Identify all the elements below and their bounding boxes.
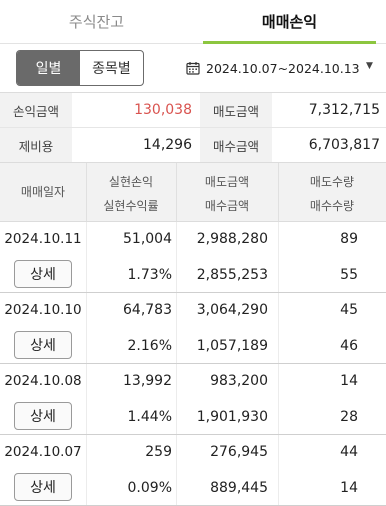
row-sell-amount: 2,988,280 xyxy=(196,231,268,247)
row-sell-qty: 89 xyxy=(340,231,358,247)
buy-amount-value: 6,703,817 xyxy=(308,137,380,153)
row-sell-qty: 44 xyxy=(340,444,358,460)
fee-value: 14,296 xyxy=(143,137,192,153)
fee-label: 제비용 xyxy=(0,128,72,162)
row-buy-qty: 28 xyxy=(340,409,358,425)
table-row: 2024.10.10 상세 64,783 2.16% 3,064,290 1,0… xyxy=(0,293,386,364)
row-sell-amount: 983,200 xyxy=(210,373,268,389)
caret-down-icon[interactable]: ▼ xyxy=(366,61,373,71)
row-realized-rate: 1.44% xyxy=(127,409,172,425)
table-row: 2024.10.07 상세 259 0.09% 276,945 889,445 … xyxy=(0,435,386,506)
detail-button[interactable]: 상세 xyxy=(14,473,72,501)
row-realized-pl: 259 xyxy=(145,444,172,460)
header-sell-qty: 매도수량 xyxy=(309,175,355,189)
row-sell-amount: 3,064,290 xyxy=(196,302,268,318)
detail-button[interactable]: 상세 xyxy=(14,331,72,359)
view-segment-control: 일별 종목별 xyxy=(16,50,144,86)
header-buy-qty: 매수수량 xyxy=(309,199,355,213)
header-sell-amount: 매도금액 xyxy=(204,175,250,189)
row-sell-qty: 45 xyxy=(340,302,358,318)
detail-button[interactable]: 상세 xyxy=(14,402,72,430)
header-buy-amount: 매수금액 xyxy=(204,199,250,213)
row-buy-amount: 1,901,930 xyxy=(196,409,268,425)
row-realized-pl: 64,783 xyxy=(123,302,172,318)
date-range-text: 2024.10.07~2024.10.13 xyxy=(206,60,360,76)
row-date: 2024.10.07 xyxy=(4,444,82,460)
sell-amount-label: 매도금액 xyxy=(200,93,272,127)
detail-button[interactable]: 상세 xyxy=(14,260,72,288)
header-realized-pl: 실현손익 xyxy=(108,175,154,189)
profit-label: 손익금액 xyxy=(0,93,72,127)
row-realized-rate: 0.09% xyxy=(127,480,172,496)
row-buy-amount: 1,057,189 xyxy=(196,338,268,354)
row-date: 2024.10.11 xyxy=(4,231,82,247)
calendar-icon xyxy=(186,62,200,75)
row-realized-pl: 13,992 xyxy=(123,373,172,389)
table-header: 매매일자 실현손익 실현수익률 매도금액 매수금액 매도수량 매수수량 xyxy=(0,162,386,222)
row-realized-rate: 2.16% xyxy=(127,338,172,354)
buy-amount-label: 매수금액 xyxy=(200,128,272,162)
header-date: 매매일자 xyxy=(0,163,86,221)
filter-row: 일별 종목별 2024.10.07~2024.10.13 ▼ xyxy=(0,44,386,92)
header-realized: 실현손익 실현수익률 xyxy=(86,163,176,221)
row-date: 2024.10.10 xyxy=(4,302,82,318)
date-range-selector[interactable]: 2024.10.07~2024.10.13 xyxy=(186,58,360,78)
segment-daily-button[interactable]: 일별 xyxy=(17,51,80,85)
header-realized-rate: 실현수익률 xyxy=(103,199,159,213)
tab-stock-balance[interactable]: 주식잔고 xyxy=(0,0,193,43)
profit-value: 130,038 xyxy=(134,102,192,118)
row-buy-qty: 55 xyxy=(340,267,358,283)
row-realized-rate: 1.73% xyxy=(127,267,172,283)
top-tab-bar: 주식잔고 매매손익 xyxy=(0,0,386,44)
row-sell-qty: 14 xyxy=(340,373,358,389)
row-sell-amount: 276,945 xyxy=(210,444,268,460)
row-date: 2024.10.08 xyxy=(4,373,82,389)
tab-trading-pl[interactable]: 매매손익 xyxy=(193,0,386,44)
row-buy-qty: 14 xyxy=(340,480,358,496)
header-qty: 매도수량 매수수량 xyxy=(278,163,386,221)
row-realized-pl: 51,004 xyxy=(123,231,172,247)
summary-panel: 손익금액 130,038 매도금액 7,312,715 제비용 14,296 매… xyxy=(0,92,386,163)
summary-row: 제비용 14,296 매수금액 6,703,817 xyxy=(0,128,386,163)
row-buy-amount: 2,855,253 xyxy=(196,267,268,283)
table-row: 2024.10.08 상세 13,992 1.44% 983,200 1,901… xyxy=(0,364,386,435)
sell-amount-value: 7,312,715 xyxy=(308,102,380,118)
row-buy-qty: 46 xyxy=(340,338,358,354)
summary-row: 손익금액 130,038 매도금액 7,312,715 xyxy=(0,93,386,128)
header-date-label: 매매일자 xyxy=(20,185,66,199)
header-amount: 매도금액 매수금액 xyxy=(176,163,278,221)
row-buy-amount: 889,445 xyxy=(210,480,268,496)
table-row: 2024.10.11 상세 51,004 1.73% 2,988,280 2,8… xyxy=(0,222,386,293)
segment-by-stock-button[interactable]: 종목별 xyxy=(80,51,143,85)
